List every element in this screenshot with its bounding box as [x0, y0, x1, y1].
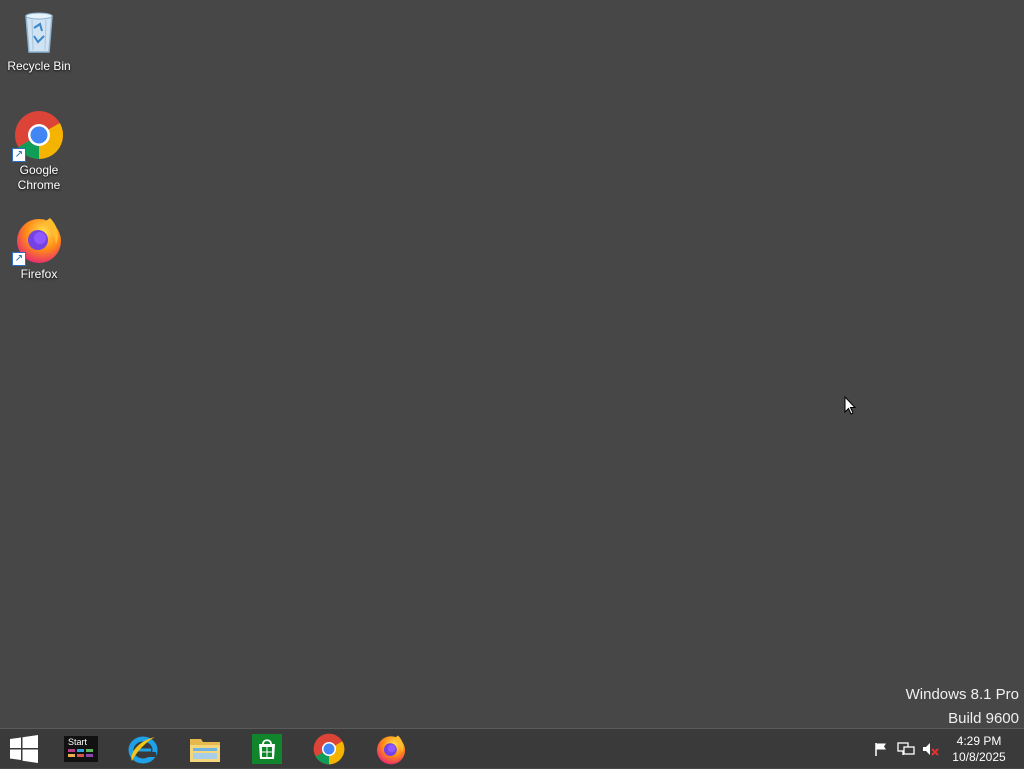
taskbar-file-explorer-button[interactable]: [177, 729, 233, 769]
mouse-cursor-icon: [844, 395, 858, 416]
internet-explorer-icon: [128, 736, 158, 764]
taskbar: Start 4:29 PM 10/8/2025: [0, 728, 1024, 768]
taskbar-firefox-button[interactable]: [363, 729, 419, 769]
desktop-icon-label: Firefox: [20, 267, 58, 281]
taskbar-chrome-button[interactable]: [301, 729, 357, 769]
desktop-icon-label: Google Chrome: [17, 163, 61, 192]
file-explorer-icon: [190, 739, 220, 762]
recycle-bin-icon: [14, 6, 64, 56]
desktop[interactable]: Recycle Bin ↗ Google Chrome ↗ Firefox Wi…: [0, 0, 1024, 728]
windows-watermark: Windows 8.1 Pro Build 9600: [906, 683, 1019, 731]
start-tile-label: Start: [68, 737, 88, 747]
desktop-icon-recycle-bin[interactable]: Recycle Bin: [1, 6, 77, 74]
taskbar-internet-explorer-button[interactable]: [115, 729, 171, 769]
desktop-icon-label: Recycle Bin: [7, 59, 71, 73]
chrome-icon: ↗: [12, 110, 64, 162]
start-button[interactable]: [0, 729, 48, 769]
taskbar-store-button[interactable]: [239, 729, 295, 769]
windows-logo-icon: [10, 735, 38, 763]
edition-text: Windows 8.1 Pro: [905, 686, 1019, 703]
shortcut-arrow-icon: ↗: [12, 252, 26, 266]
shortcut-arrow-icon: ↗: [12, 148, 26, 162]
taskbar-start-screen-button[interactable]: Start: [53, 729, 109, 769]
start-screen-tile-icon: Start: [64, 736, 98, 762]
store-icon: [252, 734, 282, 764]
taskbar-clock[interactable]: 4:29 PM 10/8/2025: [946, 733, 1012, 765]
desktop-icon-google-chrome[interactable]: ↗ Google Chrome: [1, 110, 77, 193]
chrome-icon: [313, 733, 345, 765]
firefox-icon: [376, 735, 406, 765]
network-icon[interactable]: [895, 729, 917, 769]
clock-time: 4:29 PM: [956, 734, 1002, 748]
clock-date: 10/8/2025: [952, 750, 1006, 764]
desktop-icon-firefox[interactable]: ↗ Firefox: [1, 214, 77, 282]
volume-muted-icon[interactable]: [919, 729, 941, 769]
action-center-flag-icon[interactable]: [871, 729, 891, 769]
firefox-icon: ↗: [12, 214, 64, 266]
